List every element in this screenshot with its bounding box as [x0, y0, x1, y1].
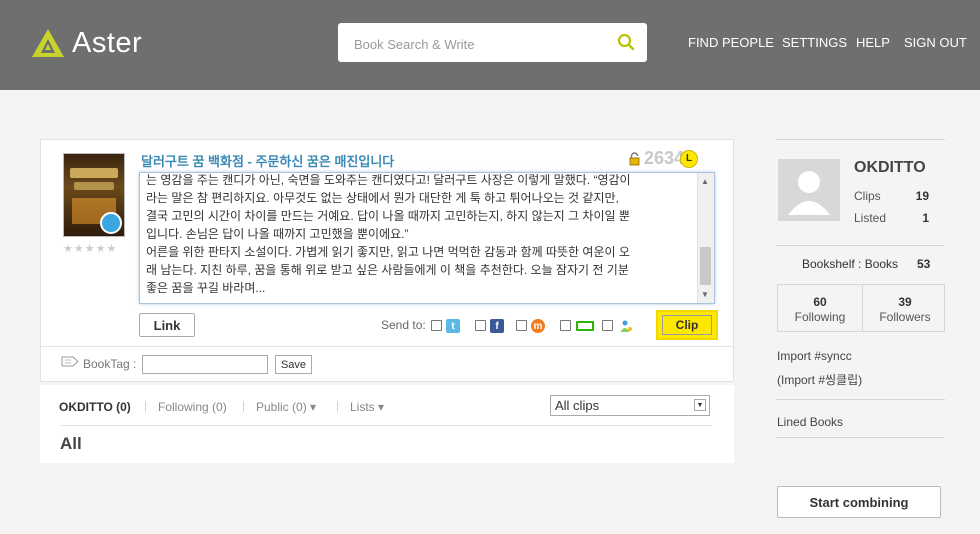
text-line: 라는 말은 참 편리하지요. 아무것도 없는 상태에서 뭔가 대단한 게 툭 하…	[146, 191, 619, 205]
clip-button-label: Clip	[662, 315, 712, 335]
send-twitter-checkbox[interactable]	[431, 320, 442, 331]
tab-separator: |	[144, 400, 147, 412]
logo-text: Aster	[72, 26, 143, 59]
text-line: 어른을 위한 판타지 소설이다. 가볍게 읽기 좋지만, 읽고 나면 먹먹한 감…	[146, 245, 630, 259]
tab-following[interactable]: Following (0)	[158, 400, 227, 414]
book-cover-image[interactable]	[63, 153, 125, 237]
scroll-thumb[interactable]	[700, 247, 711, 285]
text-line: 입니다. 손님은 답이 나올 때까지 고민했을 뿐이에요.”	[146, 227, 409, 241]
booktag-label: BookTag :	[83, 357, 137, 371]
rating-stars[interactable]: ★★★★★	[63, 242, 117, 255]
level-badge[interactable]: L	[680, 149, 699, 168]
followers-stat[interactable]: 39 Followers	[863, 285, 947, 331]
green-window-icon	[576, 321, 594, 331]
scroll-down-arrow-icon[interactable]: ▼	[701, 290, 709, 299]
search-box	[338, 23, 647, 62]
text-line: 는 영감을 주는 캔디가 아닌, 숙면을 도와주는 캔디였다고! 달러구트 사장…	[146, 173, 631, 187]
book-title[interactable]: 달러구트 꿈 백화점 - 주문하신 꿈은 매진입니다	[141, 151, 394, 170]
clip-text-area[interactable]: 는 영감을 주는 캔디가 아닌, 숙면을 도와주는 캔디였다고! 달러구트 사장…	[139, 172, 715, 304]
send-green-checkbox[interactable]	[560, 320, 571, 331]
top-bar: Aster FIND PEOPLE SETTINGS HELP SIGN OUT	[0, 0, 980, 90]
nav-help[interactable]: HELP	[856, 35, 890, 50]
tag-icon	[61, 356, 79, 367]
booktag-input[interactable]	[142, 355, 268, 374]
tab-lists[interactable]: Lists ▾	[350, 400, 384, 414]
send-facebook-checkbox[interactable]	[475, 320, 486, 331]
search-icon[interactable]	[617, 33, 635, 51]
nav-settings[interactable]: SETTINGS	[782, 35, 847, 50]
listed-label: Listed	[854, 211, 887, 225]
following-stat[interactable]: 60 Following	[778, 285, 863, 331]
twitter-icon: t	[446, 319, 460, 333]
clip-count-area: 2634 L	[627, 148, 699, 169]
divider	[776, 437, 945, 438]
bookshelf-label[interactable]: Bookshelf : Books	[802, 257, 898, 271]
text-scrollbar[interactable]: ▲ ▼	[697, 173, 714, 303]
clip-filter-select[interactable]: All clips ▼	[550, 395, 710, 416]
person-share-icon	[619, 319, 633, 333]
avatar[interactable]	[778, 159, 840, 221]
send-me2day-checkbox[interactable]	[516, 320, 527, 331]
clip-filter-value: All clips	[555, 398, 600, 413]
scroll-up-arrow-icon[interactable]: ▲	[701, 177, 709, 186]
tab-separator: |	[242, 400, 245, 412]
tab-separator: |	[336, 400, 339, 412]
nav-sign-out[interactable]: SIGN OUT	[904, 35, 967, 50]
clip-button[interactable]: Clip	[656, 310, 718, 340]
divider	[41, 346, 733, 347]
facebook-icon: f	[490, 319, 504, 333]
chevron-down-icon: ▼	[694, 399, 706, 411]
listed-value[interactable]: 1	[899, 211, 929, 225]
clip-count: 2634	[644, 148, 685, 168]
import-syncclip-link[interactable]: (Import #씽클립)	[777, 371, 862, 388]
text-line: 결국 고민의 시간이 차이를 만드는 거예요. 답이 나올 때까지 고민하는지,…	[146, 209, 630, 223]
logo[interactable]: Aster	[30, 26, 142, 60]
clips-tabs-area: OKDITTO (0) | Following (0) | Public (0)…	[40, 385, 734, 463]
link-button[interactable]: Link	[139, 313, 195, 337]
section-heading: All	[60, 434, 82, 453]
lined-books-link[interactable]: Lined Books	[777, 415, 843, 429]
following-label: Following	[794, 310, 846, 324]
text-line: 래 남는다. 지친 하루, 꿈을 통해 위로 받고 싶은 사람들에게 이 책을 …	[146, 263, 629, 277]
clips-label: Clips	[854, 189, 881, 203]
clips-value[interactable]: 19	[899, 189, 929, 203]
clip-compose-card: ★★★★★ 달러구트 꿈 백화점 - 주문하신 꿈은 매진입니다 2634 L …	[40, 139, 734, 382]
divider	[776, 139, 945, 140]
send-other-checkbox[interactable]	[602, 320, 613, 331]
clip-text-content: 는 영감을 주는 캔디가 아닌, 숙면을 도와주는 캔디였다고! 달러구트 사장…	[146, 173, 694, 297]
start-combining-button[interactable]: Start combining	[777, 486, 941, 518]
divider	[776, 399, 945, 400]
default-user-icon	[788, 171, 830, 215]
tab-public[interactable]: Public (0) ▾	[256, 400, 316, 414]
following-count: 60	[813, 295, 827, 309]
booktag-save-button[interactable]: Save	[275, 355, 312, 374]
divider	[776, 245, 945, 246]
nav-find-people[interactable]: FIND PEOPLE	[688, 35, 774, 50]
followers-label: Followers	[879, 310, 931, 324]
bookshelf-value: 53	[917, 257, 931, 271]
search-input[interactable]	[352, 32, 606, 56]
divider	[60, 425, 712, 426]
follow-stats: 60 Following 39 Followers	[777, 284, 945, 332]
import-syncc-link[interactable]: Import #syncc	[777, 349, 852, 363]
tab-okditto[interactable]: OKDITTO (0)	[59, 400, 131, 414]
me2day-icon: m	[531, 319, 545, 333]
followers-count: 39	[898, 295, 912, 309]
text-line: 좋은 꿈을 꾸길 바라며...	[146, 281, 266, 295]
send-to-label: Send to:	[381, 318, 426, 332]
lock-icon[interactable]	[627, 151, 641, 166]
aster-logo-icon	[32, 29, 64, 57]
profile-username[interactable]: OKDITTO	[854, 159, 926, 177]
